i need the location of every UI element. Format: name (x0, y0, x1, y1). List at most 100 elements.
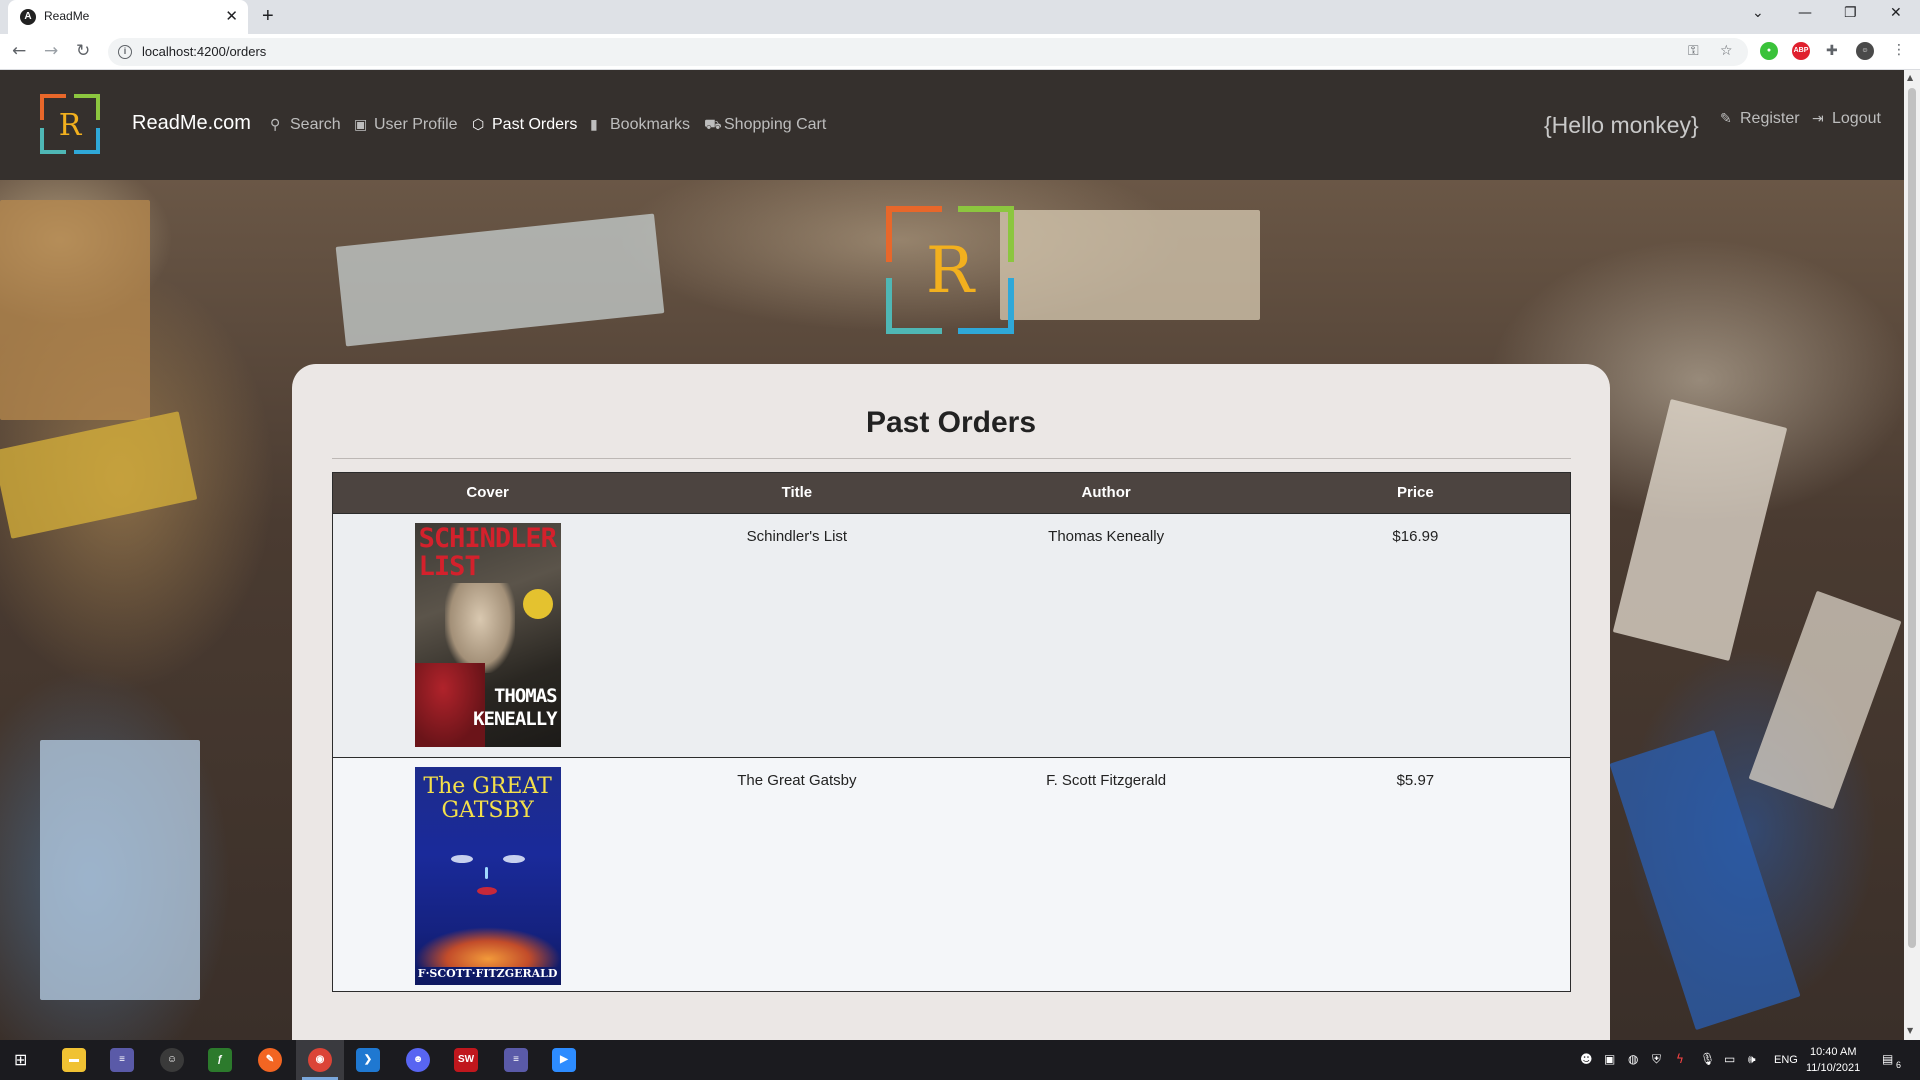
angular-favicon-icon: A (20, 9, 36, 25)
app-icon[interactable]: ☺ (160, 1048, 184, 1072)
scroll-down-icon[interactable]: ▼ (1907, 1026, 1913, 1035)
back-icon[interactable]: ← (12, 41, 26, 61)
profile-avatar-icon[interactable]: ☺ (1856, 42, 1874, 60)
background-book-shape (0, 200, 150, 420)
column-header-author: Author (1081, 484, 1131, 501)
brand-link[interactable]: ReadMe.com (132, 112, 251, 135)
url-text[interactable]: localhost:4200/orders (142, 44, 266, 59)
reload-icon[interactable]: ↻ (76, 41, 90, 61)
cover-artwork-lips (476, 887, 497, 895)
cover-title-text: The GREAT GATSBY (415, 775, 561, 823)
nav-logout-label: Logout (1832, 110, 1881, 127)
scroll-up-icon[interactable]: ▲ (1907, 73, 1913, 82)
network-icon[interactable]: ▭ (1724, 1052, 1735, 1066)
logo-letter: R (59, 108, 83, 143)
nav-search[interactable]: ⚲ Search (270, 116, 341, 134)
extension-green-icon[interactable]: ● (1760, 42, 1778, 60)
cover-title-line: GATSBY (441, 798, 534, 823)
cover-artwork-tear (484, 867, 488, 879)
discord-icon[interactable]: ☻ (406, 1048, 430, 1072)
browser-menu-icon[interactable]: ⋮ (1892, 42, 1906, 58)
app-icon[interactable]: ✎ (258, 1048, 282, 1072)
minimize-icon[interactable]: — (1798, 5, 1812, 21)
extensions-puzzle-icon[interactable]: ✚ (1826, 43, 1838, 59)
title-cell: The Great Gatsby (737, 772, 857, 789)
table-row: SCHINDLER'S LIST THOMAS KENEALLY Schindl… (333, 513, 1570, 757)
page-scrollbar[interactable]: ▲ ▼ (1904, 70, 1920, 1040)
nav-register-label: Register (1740, 110, 1800, 127)
nav-past-orders[interactable]: ⬡ Past Orders (472, 116, 577, 134)
cover-award-seal-icon (522, 589, 553, 619)
microphone-icon[interactable]: 🎙 (1700, 1052, 1715, 1066)
volume-icon[interactable]: 🕪 (1748, 1052, 1756, 1067)
key-icon[interactable]: ⚿ (1688, 43, 1699, 59)
adblock-icon[interactable]: ABP (1792, 42, 1810, 60)
clock-date[interactable]: 11/10/2021 (1806, 1062, 1860, 1074)
nav-register[interactable]: ✎ Register (1720, 110, 1800, 128)
price-cell: $5.97 (1396, 772, 1435, 789)
background-book-shape (335, 213, 665, 347)
app-icon[interactable]: SW (454, 1048, 478, 1072)
address-bar[interactable]: i localhost:4200/orders ⚿ ☆ (108, 38, 1748, 66)
cover-cell: The GREAT GATSBY F·SCOTT·FITZGERALD (333, 758, 642, 991)
forward-icon[interactable]: → (44, 41, 58, 61)
nav-past-orders-label: Past Orders (492, 116, 578, 133)
cover-title-line: The GREAT (423, 774, 552, 799)
close-tab-icon[interactable]: ✕ (225, 7, 238, 25)
tray-app-icon[interactable]: ϟ (1676, 1052, 1684, 1066)
nav-user-profile[interactable]: ▣ User Profile (354, 116, 458, 134)
windows-taskbar: ⊞ ▬ ≡ ☺ ƒ ✎ ◉ ❯ ☻ SW ≡ ▶ ☻ ▣ ◍ ⛨ ϟ 🎙 ▭ 🕪… (0, 1040, 1920, 1080)
author-cell: F. Scott Fitzgerald (1046, 772, 1167, 789)
cart-icon: ⛟ (704, 117, 722, 133)
nav-user-profile-label: User Profile (374, 116, 458, 133)
cover-author-text: F·SCOTT·FITZGERALD (417, 967, 558, 980)
nav-bookmarks[interactable]: ▮ Bookmarks (590, 116, 690, 134)
nav-search-label: Search (290, 116, 341, 133)
box-icon: ⬡ (472, 117, 485, 133)
nav-shopping-cart[interactable]: ⛟ Shopping Cart (704, 116, 826, 135)
new-tab-icon[interactable]: + (262, 5, 274, 28)
nav-logout[interactable]: ⇥ Logout (1812, 110, 1881, 128)
app-icon[interactable]: ≡ (110, 1048, 134, 1072)
table-header: Cover Title Author Price (333, 473, 1570, 513)
app-icon[interactable]: ƒ (208, 1048, 232, 1072)
file-explorer-icon[interactable]: ▬ (62, 1048, 86, 1072)
cover-artwork-eye (502, 855, 525, 863)
restore-icon[interactable]: ❐ (1844, 5, 1857, 21)
tray-app-icon[interactable]: ▣ (1604, 1052, 1615, 1066)
title-cell: Schindler's List (746, 528, 848, 545)
vscode-icon[interactable]: ❯ (356, 1048, 380, 1072)
readme-logo[interactable]: R (40, 94, 100, 154)
zoom-icon[interactable]: ▶ (552, 1048, 576, 1072)
user-profile-icon: ▣ (354, 117, 368, 133)
column-header-price: Price (1397, 484, 1434, 501)
language-indicator[interactable]: ENG (1774, 1054, 1798, 1066)
tab-search-chevron-icon[interactable]: ⌄ (1752, 5, 1764, 21)
app-icon[interactable]: ≡ (504, 1048, 528, 1072)
column-header-cover: Cover (466, 484, 509, 501)
past-orders-card: Past Orders Cover Title Author Price SCH… (292, 364, 1610, 1040)
book-cover-image[interactable]: The GREAT GATSBY F·SCOTT·FITZGERALD (414, 767, 561, 985)
tray-security-icon[interactable]: ⛨ (1652, 1052, 1661, 1067)
chrome-icon[interactable]: ◉ (308, 1048, 332, 1072)
background-book-shape (1748, 590, 1902, 810)
clock-time[interactable]: 10:40 AM (1810, 1046, 1856, 1058)
site-info-icon[interactable]: i (118, 45, 132, 59)
windows-start-icon[interactable]: ⊞ (14, 1050, 27, 1069)
nav-shopping-cart-label: Shopping Cart (724, 116, 827, 133)
cover-author-text: THOMAS KENEALLY (473, 685, 558, 731)
book-cover-image[interactable]: SCHINDLER'S LIST THOMAS KENEALLY (414, 523, 561, 747)
browser-tab[interactable]: A ReadMe ✕ (8, 0, 248, 34)
star-icon[interactable]: ☆ (1720, 43, 1733, 59)
author-cell: Thomas Keneally (1048, 528, 1165, 545)
tray-app-icon[interactable]: ◍ (1628, 1052, 1638, 1066)
tray-discord-icon[interactable]: ☻ (1580, 1052, 1593, 1066)
background-book-shape (40, 740, 200, 1000)
scrollbar-thumb[interactable] (1908, 88, 1916, 948)
cover-title-line: LIST (418, 551, 481, 582)
close-window-icon[interactable]: ✕ (1890, 5, 1902, 21)
background-book-shape (1000, 210, 1260, 320)
cover-artwork-hands (444, 583, 515, 673)
notifications-icon[interactable]: ▤ (1882, 1052, 1893, 1066)
cover-title-text: SCHINDLER'S LIST (419, 525, 561, 581)
